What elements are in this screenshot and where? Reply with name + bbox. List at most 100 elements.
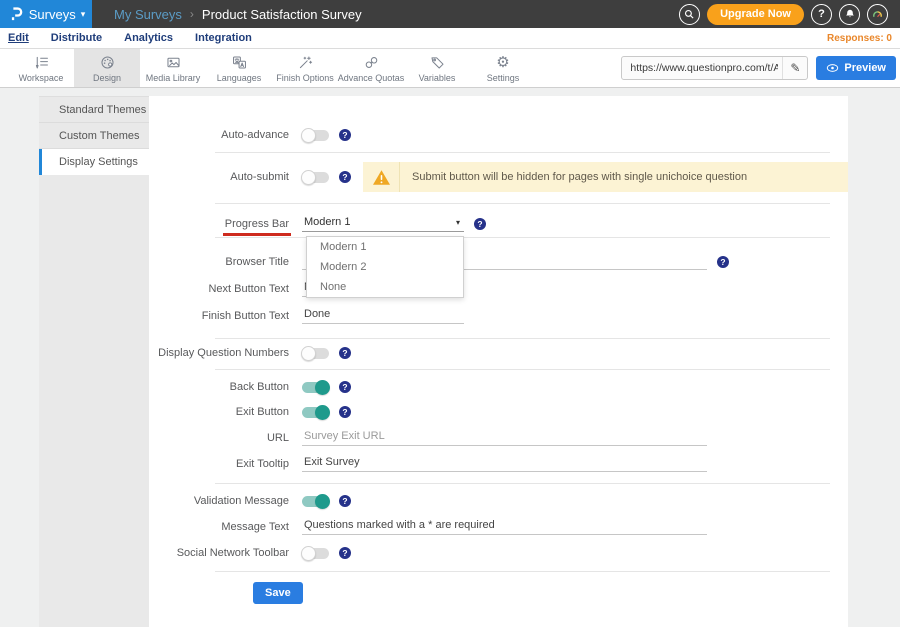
section-divider [215, 203, 830, 204]
social-network-toolbar-help-icon[interactable]: ? [339, 547, 351, 559]
validation-message-help-icon[interactable]: ? [339, 495, 351, 507]
validation-message-toggle[interactable] [302, 496, 329, 507]
next-button-text-label: Next Button Text [149, 283, 302, 295]
tab-integration[interactable]: Integration [195, 32, 252, 44]
survey-mode-nav: Edit Distribute Analytics Integration Re… [0, 28, 900, 48]
exit-button-toggle[interactable] [302, 407, 329, 418]
setting-row-progress-bar: Progress Bar Modern 1 ▾ Modern 1 Modern … [149, 213, 848, 235]
exit-url-input[interactable] [302, 430, 707, 446]
warning-text: Submit button will be hidden for pages w… [400, 171, 747, 183]
section-divider [215, 571, 830, 572]
upgrade-now-button[interactable]: Upgrade Now [707, 4, 804, 25]
responses-count[interactable]: Responses: 0 [827, 33, 892, 44]
design-palette-icon [99, 54, 116, 71]
setting-row-exit-tooltip: Exit Tooltip [149, 453, 848, 475]
toolbar-item-finish-options[interactable]: Finish Options [272, 49, 338, 87]
toolbar-item-advance-quotas[interactable]: Advance Quotas [338, 49, 404, 87]
exit-url-label: URL [149, 432, 302, 444]
tab-distribute[interactable]: Distribute [51, 32, 102, 44]
progress-bar-select[interactable]: Modern 1 ▾ [302, 216, 464, 232]
product-label: Surveys [29, 7, 76, 22]
help-button[interactable]: ? [811, 4, 832, 25]
exit-tooltip-input[interactable] [302, 456, 707, 472]
progress-bar-label: Progress Bar [225, 218, 289, 230]
breadcrumb-current-survey: Product Satisfaction Survey [202, 7, 362, 22]
eye-icon [826, 63, 839, 73]
back-button-label: Back Button [149, 381, 302, 393]
setting-row-exit-url: URL [149, 427, 848, 449]
toolbar-item-design[interactable]: Design [74, 49, 140, 87]
toolbar-item-workspace[interactable]: Workspace [8, 49, 74, 87]
warning-triangle-icon [372, 169, 391, 186]
breadcrumb: My Surveys › Product Satisfaction Survey [114, 7, 362, 22]
select-caret-icon: ▾ [456, 218, 460, 227]
languages-icon [231, 54, 248, 71]
section-divider [215, 369, 830, 370]
design-toolbar: Workspace Design Media Library [0, 48, 900, 88]
social-network-toolbar-toggle[interactable] [302, 548, 329, 559]
workspace-icon [33, 54, 50, 71]
finish-button-text-input[interactable] [302, 308, 464, 324]
setting-row-browser-title: Browser Title ? [149, 251, 848, 273]
exit-button-label: Exit Button [149, 406, 302, 418]
save-button[interactable]: Save [253, 582, 303, 604]
setting-row-next-button-text: Next Button Text [149, 278, 848, 300]
display-question-numbers-label: Display Question Numbers [149, 347, 302, 359]
display-settings-panel: Auto-advance ? Auto-submit ? [149, 96, 848, 627]
display-question-numbers-help-icon[interactable]: ? [339, 347, 351, 359]
auto-advance-help-icon[interactable]: ? [339, 129, 351, 141]
search-button[interactable] [679, 4, 700, 25]
auto-advance-toggle[interactable] [302, 130, 329, 141]
sidebar-item-custom-themes[interactable]: Custom Themes [39, 123, 149, 149]
section-divider [215, 338, 830, 339]
sidebar-item-standard-themes[interactable]: Standard Themes [39, 97, 149, 123]
surveys-product-menu[interactable]: Surveys ▾ [0, 0, 92, 28]
survey-url-field: ✎ [621, 56, 808, 80]
toolbar-item-settings[interactable]: ⚙ Settings [470, 49, 536, 87]
tab-edit[interactable]: Edit [8, 32, 29, 44]
browser-title-help-icon[interactable]: ? [717, 256, 729, 268]
chain-links-icon [363, 54, 380, 71]
toolbar-item-languages[interactable]: Languages [206, 49, 272, 87]
auto-submit-warning: Submit button will be hidden for pages w… [363, 162, 848, 192]
auto-submit-toggle[interactable] [302, 172, 329, 183]
search-icon [683, 8, 696, 21]
dropdown-option-none[interactable]: None [307, 277, 463, 297]
display-question-numbers-toggle[interactable] [302, 348, 329, 359]
finish-button-text-label: Finish Button Text [149, 310, 302, 322]
sidebar-item-display-settings[interactable]: Display Settings [39, 149, 149, 175]
breadcrumb-my-surveys[interactable]: My Surveys [114, 7, 182, 22]
media-library-icon [165, 54, 182, 71]
validation-message-label: Validation Message [149, 495, 302, 507]
chevron-down-icon: ▾ [81, 9, 86, 20]
toolbar-spacer [536, 49, 621, 87]
content-area: Standard Themes Custom Themes Display Se… [0, 88, 900, 627]
dropdown-option-modern-2[interactable]: Modern 2 [307, 257, 463, 277]
auto-submit-label: Auto-submit [149, 171, 302, 183]
setting-row-auto-advance: Auto-advance ? [149, 124, 848, 146]
setting-row-validation-message: Validation Message ? [149, 490, 848, 512]
setting-row-back-button: Back Button ? [149, 376, 848, 398]
breadcrumb-separator: › [190, 7, 194, 21]
setting-row-exit-button: Exit Button ? [149, 401, 848, 423]
exit-button-help-icon[interactable]: ? [339, 406, 351, 418]
dropdown-option-modern-1[interactable]: Modern 1 [307, 237, 463, 257]
notifications-button[interactable] [839, 4, 860, 25]
tag-icon [429, 54, 446, 71]
edit-url-pencil-icon[interactable]: ✎ [782, 57, 807, 79]
toolbar-item-media-library[interactable]: Media Library [140, 49, 206, 87]
message-text-input[interactable] [302, 519, 707, 535]
auto-submit-help-icon[interactable]: ? [339, 171, 351, 183]
toolbar-item-variables[interactable]: Variables [404, 49, 470, 87]
back-button-help-icon[interactable]: ? [339, 381, 351, 393]
back-button-toggle[interactable] [302, 382, 329, 393]
setting-row-finish-button-text: Finish Button Text [149, 305, 848, 327]
progress-bar-dropdown-menu: Modern 1 Modern 2 None [306, 236, 464, 298]
progress-bar-help-icon[interactable]: ? [474, 218, 486, 230]
preview-button[interactable]: Preview [816, 56, 896, 80]
progress-bar-selected-value: Modern 1 [304, 216, 350, 228]
usage-meter-button[interactable] [867, 4, 888, 25]
tab-analytics[interactable]: Analytics [124, 32, 173, 44]
setting-row-auto-submit: Auto-submit ? Submit button will be hidd… [149, 162, 848, 192]
survey-url-input[interactable] [622, 62, 782, 74]
